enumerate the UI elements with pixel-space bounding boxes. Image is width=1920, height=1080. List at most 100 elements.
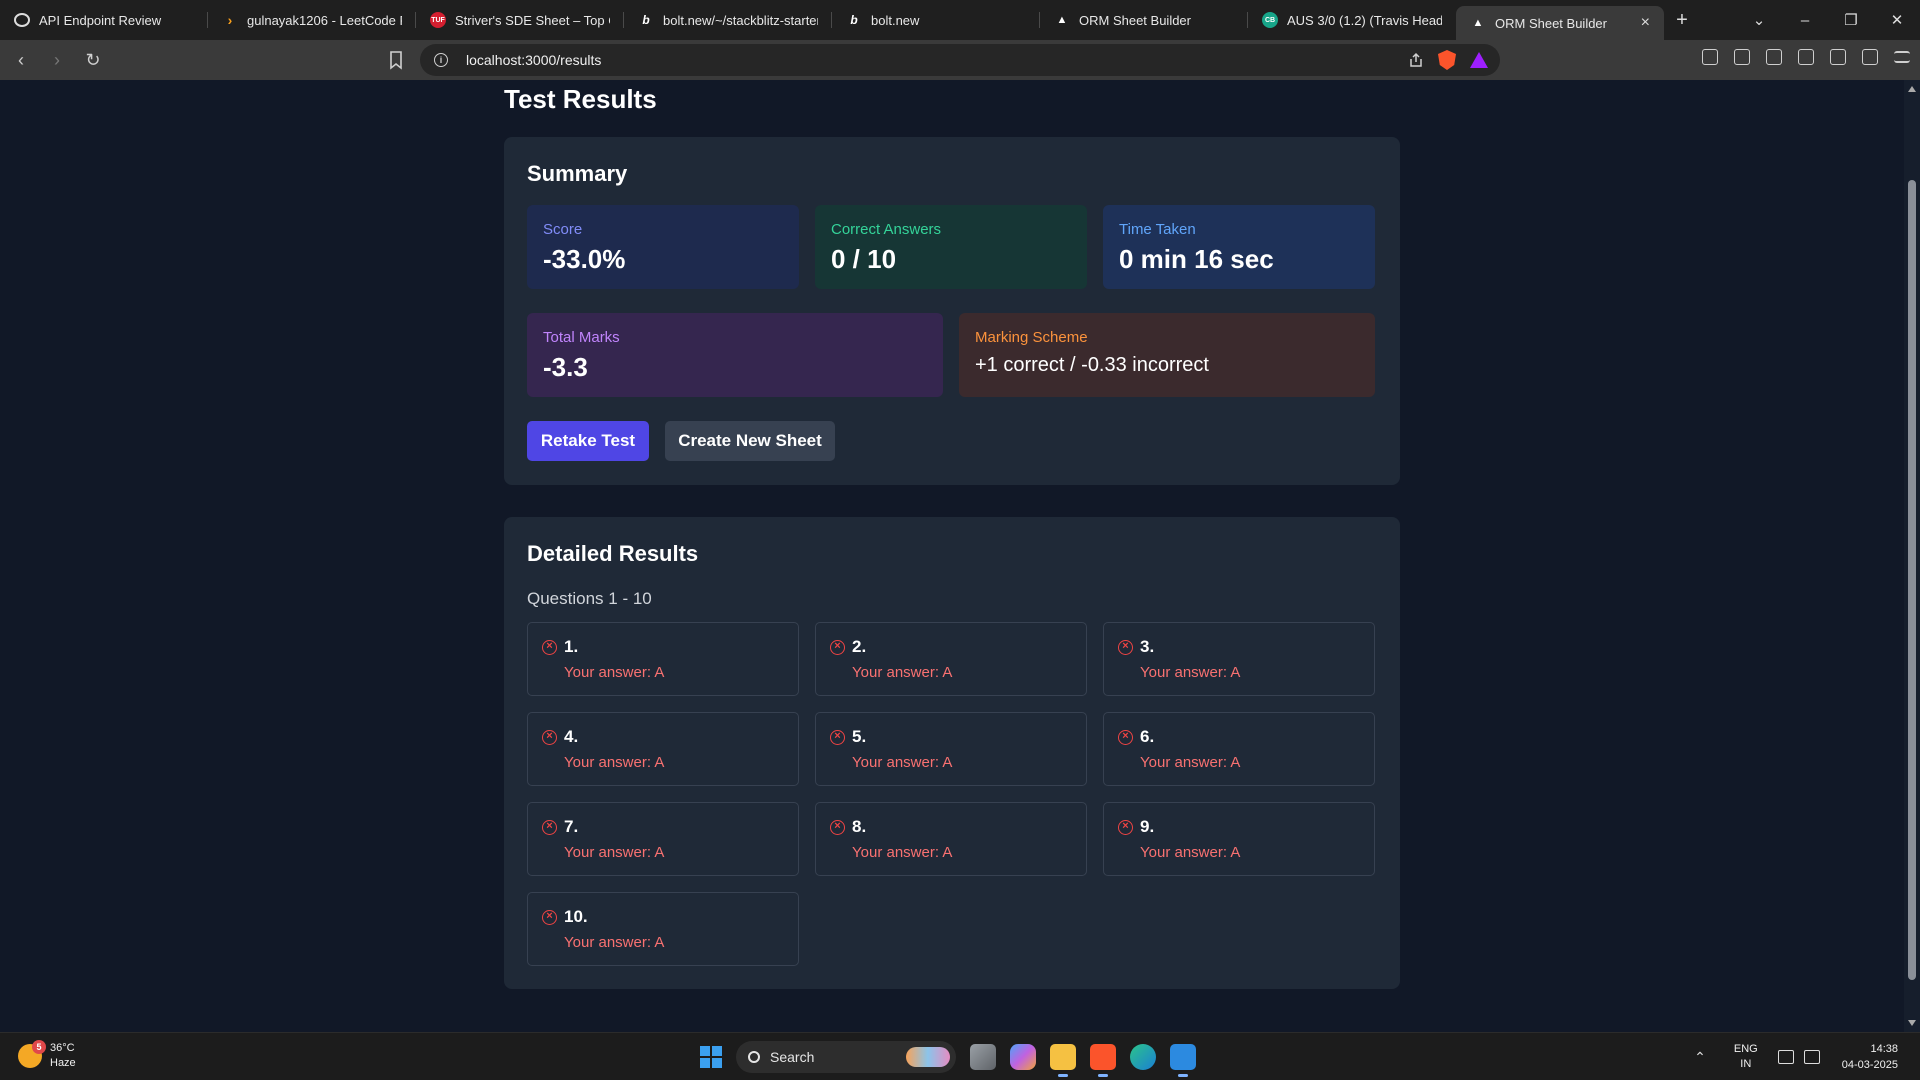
- windows-start-icon[interactable]: [700, 1046, 722, 1068]
- tab-leetcode[interactable]: › gulnayak1206 - LeetCode Prof: [208, 0, 416, 40]
- input-language[interactable]: ENG IN: [1734, 1042, 1758, 1072]
- question-result-9: × 9. Your answer: A: [1103, 802, 1375, 876]
- detailed-results-heading: Detailed Results: [527, 541, 699, 566]
- tab-orm-sheet-builder-active[interactable]: ▲ ORM Sheet Builder ×: [1456, 6, 1664, 40]
- question-result-4: × 4. Your answer: A: [527, 712, 799, 786]
- tab-title: ORM Sheet Builder: [1079, 12, 1191, 28]
- time-taken-stat: Time Taken 0 min 16 sec: [1103, 205, 1375, 289]
- windows-taskbar: 5 36°C Haze Search ⌃ ENG IN 14:38 04-03-…: [0, 1032, 1920, 1080]
- question-number: 7.: [564, 817, 579, 836]
- incorrect-icon: ×: [830, 820, 845, 835]
- menu-icon[interactable]: [1894, 51, 1910, 63]
- reload-icon[interactable]: ↻: [78, 45, 108, 75]
- scroll-up-icon[interactable]: [1908, 86, 1916, 92]
- your-answer: Your answer: A: [852, 664, 953, 681]
- question-number: 1.: [564, 637, 579, 656]
- question-result-10: × 10. Your answer: A: [527, 892, 799, 966]
- site-info-icon[interactable]: i: [434, 53, 448, 67]
- show-hidden-icons-icon[interactable]: ⌃: [1694, 1049, 1706, 1066]
- your-answer: Your answer: A: [852, 754, 953, 771]
- create-new-sheet-button[interactable]: Create New Sheet: [665, 421, 835, 461]
- language-code: ENG: [1733, 1043, 1758, 1055]
- triangle-icon: ▲: [1472, 17, 1484, 29]
- extensions-icon[interactable]: [1702, 49, 1718, 65]
- close-window-icon[interactable]: ✕: [1874, 11, 1920, 29]
- forward-icon[interactable]: ›: [42, 45, 72, 75]
- share-icon[interactable]: [1408, 52, 1424, 68]
- bolt-icon: b: [850, 13, 858, 27]
- weather-temperature: 36°C: [50, 1042, 75, 1054]
- back-icon[interactable]: ‹: [6, 45, 36, 75]
- new-tab-button[interactable]: +: [1664, 9, 1700, 32]
- leetcode-icon: ›: [227, 12, 233, 28]
- search-icon: [748, 1051, 760, 1063]
- downloads-icon[interactable]: [1734, 49, 1750, 65]
- incorrect-icon: ×: [830, 730, 845, 745]
- question-number: 10.: [564, 907, 588, 926]
- notification-badge: 5: [32, 1040, 46, 1054]
- tab-striver-sheet[interactable]: TUF Striver's SDE Sheet – Top Codi: [416, 0, 624, 40]
- marking-scheme-label: Marking Scheme: [975, 329, 1088, 346]
- tab-search-icon[interactable]: ⌄: [1736, 11, 1782, 29]
- file-explorer-icon[interactable]: [1050, 1044, 1076, 1077]
- tab-cricket-score[interactable]: CB AUS 3/0 (1.2) (Travis Head 1(5: [1248, 0, 1456, 40]
- tab-title: gulnayak1206 - LeetCode Prof: [247, 12, 402, 28]
- window-controls: ⌄ – ❐ ✕: [1736, 0, 1920, 40]
- correct-answers-value: 0 / 10: [831, 244, 897, 274]
- system-icons[interactable]: [1777, 1050, 1820, 1064]
- your-answer: Your answer: A: [1140, 844, 1241, 861]
- score-stat: Score -33.0%: [527, 205, 799, 289]
- question-result-7: × 7. Your answer: A: [527, 802, 799, 876]
- tab-title: bolt.new/~/stackblitz-starters-: [663, 12, 818, 28]
- weather-widget[interactable]: 5 36°C Haze: [18, 1040, 76, 1071]
- leo-ai-icon[interactable]: [1830, 49, 1846, 65]
- your-answer: Your answer: A: [564, 754, 665, 771]
- brave-browser-icon[interactable]: [1090, 1044, 1116, 1077]
- address-bar[interactable]: i localhost:3000/results: [420, 44, 1500, 76]
- bookmark-icon[interactable]: [388, 50, 404, 70]
- scrollbar-thumb[interactable]: [1908, 180, 1916, 980]
- restore-icon[interactable]: ❐: [1828, 11, 1874, 29]
- incorrect-icon: ×: [1118, 730, 1133, 745]
- openai-icon: [14, 13, 30, 27]
- close-tab-icon[interactable]: ×: [1641, 14, 1650, 32]
- tab-title: ORM Sheet Builder: [1495, 15, 1607, 31]
- retake-test-button[interactable]: Retake Test: [527, 421, 649, 461]
- triangle-icon: ▲: [1056, 14, 1068, 26]
- taskbar-apps: Search: [700, 1039, 1196, 1077]
- question-number: 9.: [1140, 817, 1155, 836]
- incorrect-icon: ×: [542, 730, 557, 745]
- your-answer: Your answer: A: [852, 844, 953, 861]
- total-marks-stat: Total Marks -3.3: [527, 313, 943, 397]
- tab-bolt-new[interactable]: b bolt.new: [832, 0, 1040, 40]
- score-value: -33.0%: [543, 244, 626, 274]
- clock[interactable]: 14:38 04-03-2025: [1842, 1041, 1898, 1073]
- sidebar-icon[interactable]: [1766, 49, 1782, 65]
- tab-title: AUS 3/0 (1.2) (Travis Head 1(5: [1287, 12, 1442, 28]
- url-text[interactable]: localhost:3000/results: [466, 52, 601, 68]
- page-content: Test Results Summary Score -33.0% Correc…: [0, 80, 1904, 1032]
- minimize-icon[interactable]: –: [1782, 12, 1828, 29]
- vscode-icon[interactable]: [1170, 1044, 1196, 1077]
- vpn-icon[interactable]: [1862, 49, 1878, 65]
- tab-bolt-stackblitz[interactable]: b bolt.new/~/stackblitz-starters-: [624, 0, 832, 40]
- cricket-icon: CB: [1262, 12, 1278, 28]
- taskbar-search[interactable]: Search: [736, 1041, 956, 1073]
- volume-icon: [1803, 1050, 1820, 1064]
- task-view-icon[interactable]: [970, 1044, 996, 1070]
- toolbar-actions: [1702, 49, 1910, 65]
- tab-api-endpoint-review[interactable]: API Endpoint Review: [0, 0, 208, 40]
- copilot-icon[interactable]: [1010, 1044, 1036, 1070]
- tab-orm-sheet-builder[interactable]: ▲ ORM Sheet Builder: [1040, 0, 1248, 40]
- summary-card: Summary Score -33.0% Correct Answers 0 /…: [504, 137, 1400, 485]
- brave-shields-icon[interactable]: [1438, 50, 1456, 70]
- brave-rewards-icon[interactable]: [1470, 52, 1488, 68]
- weather-description: Haze: [50, 1057, 76, 1069]
- question-result-2: × 2. Your answer: A: [815, 622, 1087, 696]
- page-scrollbar[interactable]: [1904, 80, 1920, 1032]
- question-result-8: × 8. Your answer: A: [815, 802, 1087, 876]
- incorrect-icon: ×: [1118, 820, 1133, 835]
- edge-icon[interactable]: [1130, 1044, 1156, 1070]
- wallet-icon[interactable]: [1798, 49, 1814, 65]
- scroll-down-icon[interactable]: [1908, 1020, 1916, 1026]
